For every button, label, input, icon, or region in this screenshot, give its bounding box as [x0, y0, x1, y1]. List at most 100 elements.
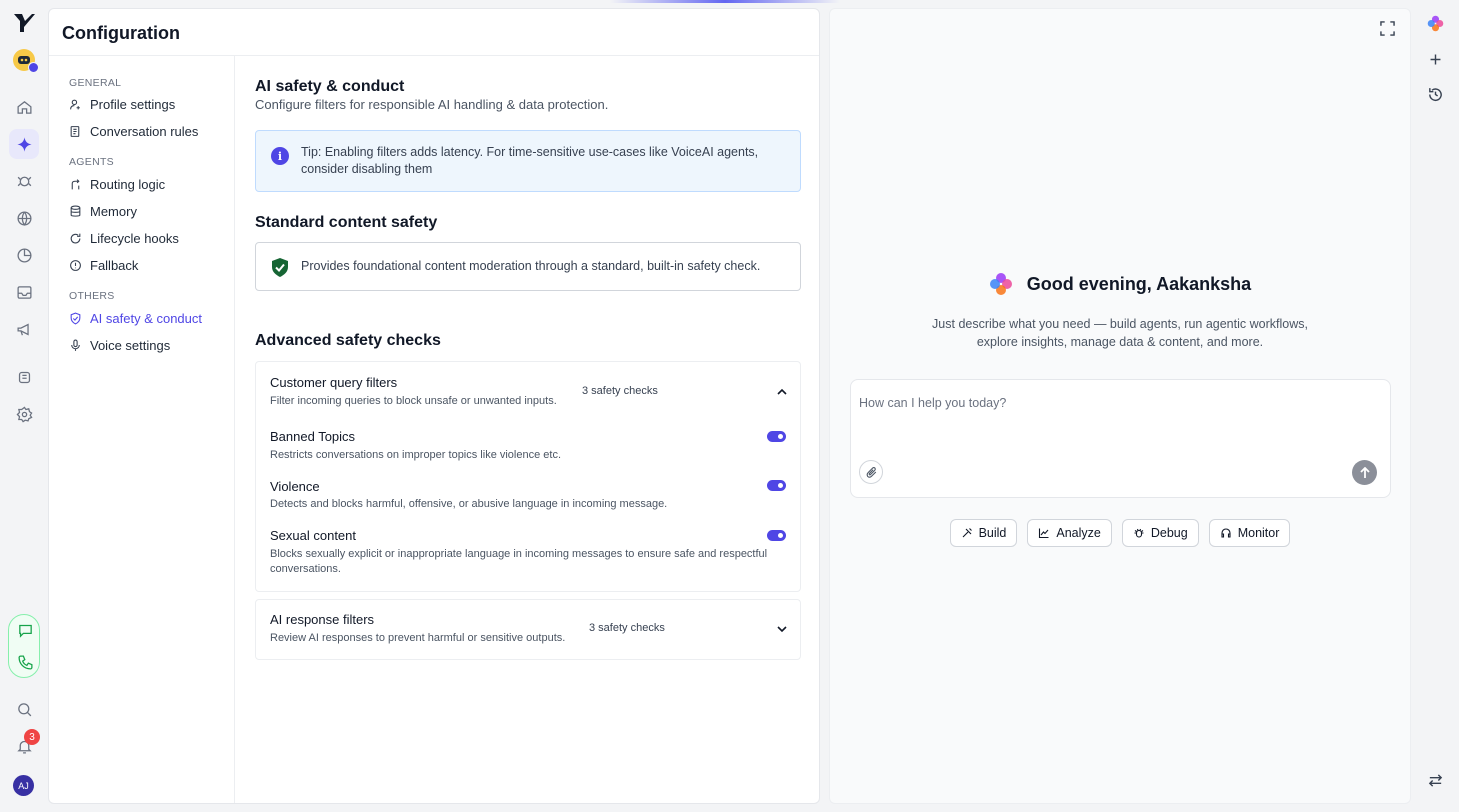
megaphone-icon[interactable] — [9, 314, 39, 344]
expand-icon[interactable] — [1380, 21, 1395, 36]
alert-circle-icon — [70, 259, 81, 271]
workspace-badge-icon — [28, 62, 39, 73]
search-icon[interactable] — [9, 694, 39, 724]
call-widget — [8, 614, 40, 678]
standard-safety-box: Provides foundational content moderation… — [255, 242, 801, 291]
sidebar-item-label: Routing logic — [90, 176, 166, 192]
workspace-avatar[interactable] — [13, 49, 39, 73]
sidebar-item-lifecycle-hooks[interactable]: Lifecycle hooks — [69, 227, 179, 249]
card-description: Review AI responses to prevent harmful o… — [270, 632, 566, 644]
shield-check-filled-icon — [272, 258, 288, 277]
quick-action-chips: Build Analyze Debug Monitor — [830, 519, 1410, 547]
standard-safety-text: Provides foundational content moderation… — [301, 259, 761, 273]
plus-icon[interactable] — [1420, 44, 1450, 74]
sidebar-item-ai-safety[interactable]: AI safety & conduct — [69, 307, 202, 329]
customer-query-filters-header[interactable]: Customer query filters Filter incoming q… — [256, 362, 800, 414]
sidebar-item-label: Voice settings — [90, 337, 171, 353]
chart-icon — [1039, 528, 1049, 539]
page-title: Configuration — [62, 23, 180, 43]
nav-group-general: GENERAL — [69, 77, 122, 89]
sidebar-item-label: AI safety & conduct — [90, 310, 203, 326]
sidebar-item-profile-settings[interactable]: Profile settings — [69, 93, 175, 115]
swap-panels-icon[interactable] — [1420, 765, 1450, 795]
sidebar-item-memory[interactable]: Memory — [69, 200, 137, 222]
analytics-pie-icon[interactable] — [9, 240, 39, 270]
card-title: Customer query filters — [270, 375, 398, 390]
sexual-content-toggle[interactable] — [767, 530, 786, 541]
bug-icon — [1134, 528, 1144, 538]
sidebar-item-label: Fallback — [90, 257, 139, 273]
nav-group-agents: AGENTS — [69, 156, 114, 168]
sidebar-item-voice-settings[interactable]: Voice settings — [69, 334, 170, 356]
monitor-button[interactable]: Monitor — [1208, 519, 1291, 547]
globe-icon[interactable] — [9, 203, 39, 233]
settings-sidebar: GENERAL Profile settings Conversation ru… — [49, 56, 235, 803]
filter-title: Sexual content — [270, 528, 357, 543]
history-icon[interactable] — [1420, 79, 1450, 109]
app-logo-icon[interactable] — [12, 11, 36, 33]
filter-title: Banned Topics — [270, 429, 356, 444]
greeting-subtext: Just describe what you need — build agen… — [932, 317, 1308, 349]
ai-response-filters-card[interactable]: AI response filters Review AI responses … — [255, 599, 801, 660]
advanced-safety-title: Advanced safety checks — [255, 332, 441, 349]
debug-button[interactable]: Debug — [1121, 519, 1199, 547]
section-subtitle: Configure filters for responsible AI han… — [255, 97, 609, 112]
assistant-logo-icon — [989, 273, 1012, 295]
chevron-up-icon[interactable] — [776, 386, 788, 398]
configuration-panel: Configuration GENERAL Profile settings C… — [48, 8, 820, 804]
filter-title: Violence — [270, 479, 320, 494]
phone-icon[interactable] — [10, 647, 40, 677]
section-title: AI safety & conduct — [255, 78, 405, 95]
notification-count-badge: 3 — [24, 729, 40, 745]
chevron-down-icon[interactable] — [776, 623, 788, 635]
sidebar-item-label: Memory — [90, 203, 137, 219]
rules-icon — [70, 125, 80, 137]
agents-icon[interactable] — [9, 166, 39, 196]
microphone-icon — [71, 339, 80, 351]
card-description: Filter incoming queries to block unsafe … — [270, 395, 557, 407]
customer-query-filters-card: Customer query filters Filter incoming q… — [255, 361, 801, 592]
info-icon: i — [271, 147, 289, 165]
greeting-row: Good evening, Aakanksha — [830, 272, 1410, 296]
banned-topics-toggle[interactable] — [767, 431, 786, 442]
standard-safety-title: Standard content safety — [255, 214, 438, 231]
settings-gear-icon[interactable] — [9, 399, 39, 429]
chip-label: Debug — [1150, 526, 1188, 540]
sidebar-item-label: Profile settings — [90, 96, 176, 112]
filter-description: Detects and blocks harmful, offensive, o… — [270, 498, 668, 510]
inbox-icon[interactable] — [9, 277, 39, 307]
shield-check-icon — [70, 312, 81, 325]
user-gear-icon — [70, 99, 80, 109]
assistant-panel: Good evening, Aakanksha Just describe wh… — [829, 8, 1411, 804]
chip-label: Monitor — [1237, 526, 1280, 540]
sidebar-item-conversation-rules[interactable]: Conversation rules — [69, 120, 198, 142]
build-button[interactable]: Build — [949, 519, 1018, 547]
chip-label: Build — [978, 526, 1007, 540]
tools-icon — [962, 528, 972, 538]
sidebar-item-fallback[interactable]: Fallback — [69, 254, 138, 276]
integrations-plug-icon[interactable] — [9, 362, 39, 392]
home-icon[interactable] — [9, 92, 39, 122]
attach-paperclip-icon[interactable] — [859, 460, 883, 484]
sidebar-item-label: Lifecycle hooks — [90, 230, 179, 246]
latency-tip: i Tip: Enabling filters adds latency. Fo… — [255, 130, 801, 192]
filter-description: Blocks sexually explicit or inappropriat… — [270, 548, 768, 575]
database-icon — [70, 205, 81, 217]
analyze-button[interactable]: Analyze — [1027, 519, 1112, 547]
filter-description: Restricts conversations on improper topi… — [270, 449, 562, 461]
card-title: AI response filters — [270, 612, 375, 627]
ai-sparkle-icon[interactable] — [9, 129, 39, 159]
left-app-rail: 3 AJ — [0, 0, 48, 812]
greeting-text: Good evening, Aakanksha — [1026, 273, 1252, 294]
user-avatar[interactable]: AJ — [13, 775, 34, 796]
send-arrow-icon[interactable] — [1352, 460, 1377, 485]
assistant-logo-small-icon[interactable] — [1420, 8, 1450, 38]
sidebar-item-routing-logic[interactable]: Routing logic — [69, 173, 165, 195]
headphones-icon — [1221, 528, 1231, 538]
safety-check-count: 3 safety checks — [589, 622, 665, 634]
violence-toggle[interactable] — [767, 480, 786, 491]
chip-label: Analyze — [1056, 526, 1101, 540]
chat-bubble-icon[interactable] — [10, 615, 40, 645]
prompt-input[interactable] — [859, 396, 1379, 410]
safety-check-count: 3 safety checks — [582, 385, 658, 397]
